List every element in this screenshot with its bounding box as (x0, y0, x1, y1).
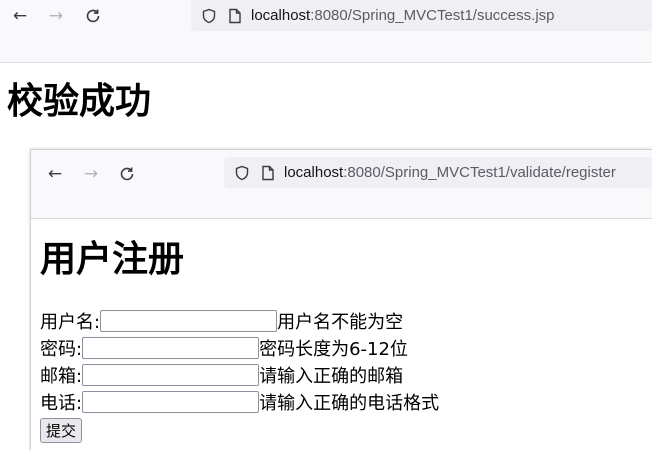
password-label: 密码: (40, 338, 83, 360)
page-icon[interactable] (225, 6, 245, 26)
username-label: 用户名: (40, 311, 101, 333)
form-title: 用户注册 (40, 239, 185, 280)
email-label: 邮箱: (40, 365, 83, 387)
url-path: :8080/Spring_MVCTest1/success.jsp (310, 7, 555, 24)
page-title: 校验成功 (7, 81, 152, 122)
phone-error: 请输入正确的电话格式 (259, 392, 440, 414)
username-input[interactable] (100, 309, 278, 332)
password-error: 密码长度为6-12位 (259, 338, 408, 360)
url-host: localhost (251, 7, 311, 24)
phone-input[interactable] (82, 390, 260, 413)
url-host: localhost (284, 164, 344, 181)
inner-url-bar[interactable]: localhost:8080/Spring_MVCTest1/validate/… (224, 157, 652, 188)
shield-icon[interactable] (232, 163, 252, 183)
outer-url-text: localhost:8080/Spring_MVCTest1/success.j… (251, 7, 555, 24)
forward-arrow-icon[interactable]: → (44, 4, 68, 28)
submit-button[interactable]: 提交 (40, 418, 83, 443)
register-form: 用户名: 用户名不能为空 密码: 密码长度为6-12位 邮箱: 请输入正确的邮箱… (40, 307, 439, 443)
email-error: 请输入正确的邮箱 (259, 365, 404, 387)
shield-icon[interactable] (199, 6, 219, 26)
page-icon[interactable] (258, 163, 278, 183)
email-row: 邮箱: 请输入正确的邮箱 (40, 361, 439, 388)
reload-icon[interactable] (115, 162, 139, 186)
email-input[interactable] (82, 363, 260, 386)
inner-browser-window: ← → localhost:8080/Spring_MVCTest1/valid… (30, 149, 652, 450)
url-path: :8080/Spring_MVCTest1/validate/register (343, 164, 616, 181)
back-arrow-icon[interactable]: ← (43, 162, 67, 186)
inner-url-text: localhost:8080/Spring_MVCTest1/validate/… (284, 164, 616, 181)
username-error: 用户名不能为空 (277, 311, 404, 333)
phone-label: 电话: (40, 392, 83, 414)
username-row: 用户名: 用户名不能为空 (40, 307, 439, 334)
phone-row: 电话: 请输入正确的电话格式 (40, 388, 439, 415)
forward-arrow-icon[interactable]: → (79, 162, 103, 186)
inner-browser-toolbar: ← → localhost:8080/Spring_MVCTest1/valid… (31, 150, 652, 219)
password-input[interactable] (82, 336, 260, 359)
back-arrow-icon[interactable]: ← (8, 4, 32, 28)
password-row: 密码: 密码长度为6-12位 (40, 334, 439, 361)
outer-browser-toolbar: ← → localhost:8080/Spring_MVCTest1/succe… (0, 0, 652, 63)
reload-icon[interactable] (81, 4, 105, 28)
outer-url-bar[interactable]: localhost:8080/Spring_MVCTest1/success.j… (191, 0, 652, 31)
